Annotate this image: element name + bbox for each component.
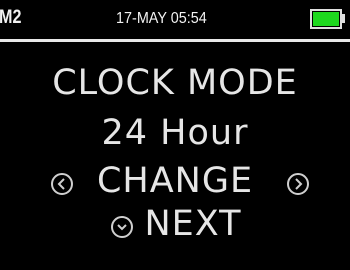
datetime-display: 17-MAY 05:54 bbox=[116, 10, 207, 27]
battery-terminal bbox=[342, 14, 345, 23]
battery-icon bbox=[310, 9, 342, 29]
device-screen: M2 17-MAY 05:54 CLOCK MODE 24 Hour CHANG… bbox=[0, 0, 350, 270]
clock-mode-value: 24 Hour bbox=[101, 113, 249, 153]
device-id-label: M2 bbox=[0, 7, 22, 28]
chevron-down-icon[interactable] bbox=[111, 216, 133, 238]
menu-title: CLOCK MODE bbox=[52, 63, 298, 103]
status-bar: M2 17-MAY 05:54 bbox=[0, 0, 350, 42]
next-option[interactable]: NEXT bbox=[0, 204, 350, 244]
battery-level-fill bbox=[313, 12, 339, 26]
chevron-left-icon[interactable] bbox=[51, 173, 73, 195]
chevron-right-icon[interactable] bbox=[287, 173, 309, 195]
